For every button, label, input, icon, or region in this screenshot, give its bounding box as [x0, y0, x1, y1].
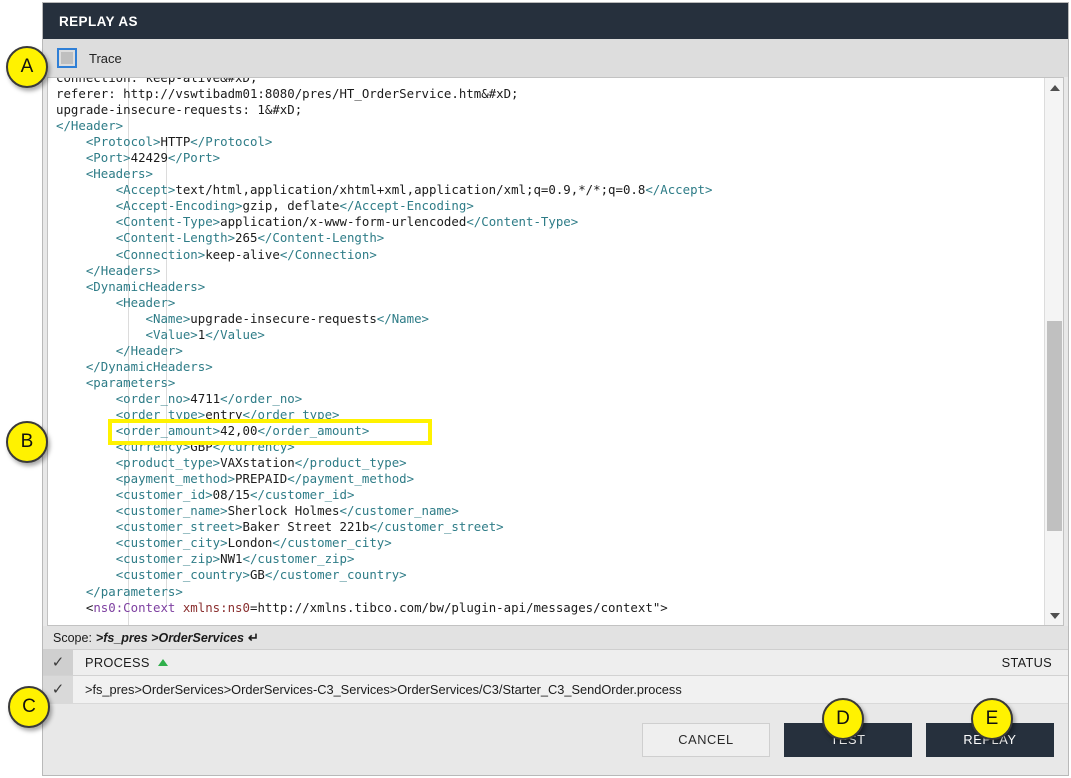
code-vertical-scrollbar[interactable] [1044, 78, 1063, 625]
check-icon: ✓ [51, 680, 65, 698]
xml-payload-text: connection: keep-alive&#xD; referer: htt… [56, 78, 713, 615]
scroll-up-arrow-icon[interactable] [1045, 78, 1063, 97]
annotation-marker-a: A [6, 46, 48, 88]
code-text-area[interactable]: connection: keep-alive&#xD; referer: htt… [48, 78, 1044, 625]
column-header-process-label: PROCESS [85, 655, 150, 670]
scroll-down-arrow-icon[interactable] [1045, 606, 1063, 625]
checkbox-box-icon [61, 52, 73, 64]
column-header-status[interactable]: STATUS [948, 655, 1068, 670]
dialog-footer: CANCEL TEST REPLAY [43, 704, 1068, 775]
column-header-process[interactable]: PROCESS [73, 655, 948, 670]
scope-path: >fs_pres >OrderServices [95, 630, 244, 645]
dialog-title: REPLAY AS [59, 13, 138, 29]
table-row[interactable]: ✓ >fs_pres>OrderServices>OrderServices-C… [43, 676, 1068, 704]
process-table: ✓ PROCESS STATUS ✓ >fs_pres>OrderService… [43, 650, 1068, 704]
payload-code-viewer[interactable]: connection: keep-alive&#xD; referer: htt… [47, 77, 1064, 626]
cancel-button[interactable]: CANCEL [642, 722, 770, 757]
check-icon: ✓ [51, 653, 65, 671]
annotation-marker-d: D [822, 698, 864, 740]
trace-checkbox[interactable] [57, 48, 77, 68]
trace-label: Trace [89, 50, 122, 66]
table-header-row: ✓ PROCESS STATUS [43, 650, 1068, 676]
dialog-header: REPLAY AS [43, 3, 1068, 39]
sort-ascending-icon [157, 659, 168, 666]
trace-row: Trace [43, 39, 1068, 77]
annotation-marker-b: B [6, 421, 48, 463]
scope-bar: Scope: >fs_pres >OrderServices ↵ [43, 626, 1068, 650]
screenshot-root: REPLAY AS Trace connection: keep-alive&#… [0, 0, 1071, 778]
annotation-marker-c: C [8, 686, 50, 728]
row-process-path: >fs_pres>OrderServices>OrderServices-C3_… [85, 682, 682, 697]
annotation-marker-e: E [971, 698, 1013, 740]
replay-as-dialog: REPLAY AS Trace connection: keep-alive&#… [42, 2, 1069, 776]
scope-label: Scope: [53, 630, 92, 645]
scrollbar-thumb[interactable] [1047, 321, 1062, 531]
select-all-checkbox[interactable]: ✓ [43, 650, 73, 675]
return-arrow-icon: ↵ [247, 629, 259, 645]
